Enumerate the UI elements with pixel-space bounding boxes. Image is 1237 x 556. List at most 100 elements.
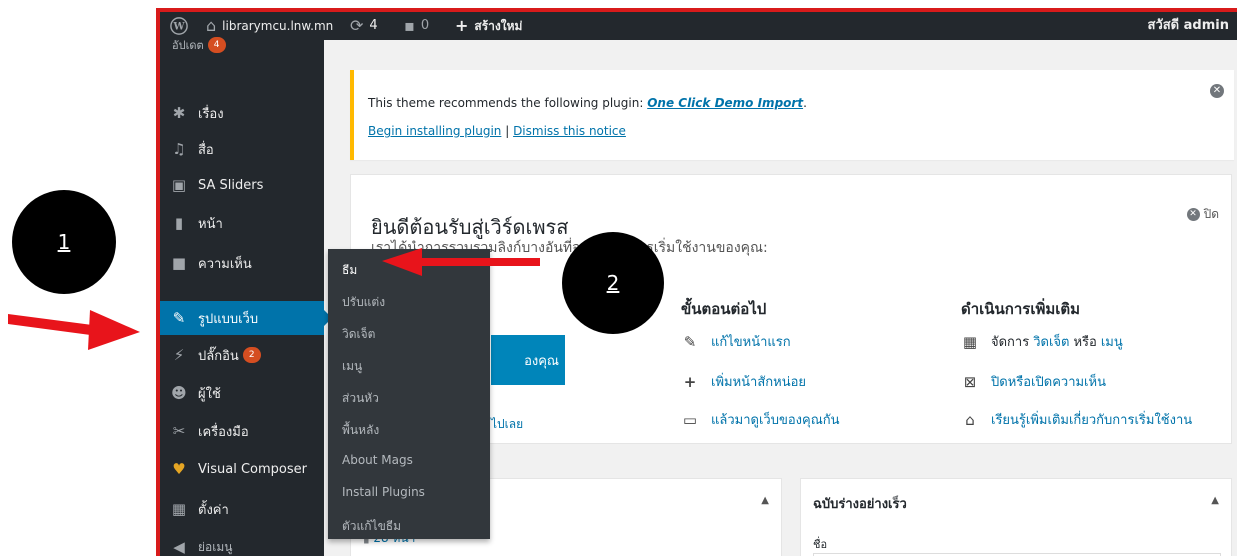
wordpress-window: W ⌂ librarymcu.lnw.mn ⟳ 4 ▪ 0 + สร้างใหม…	[156, 8, 1237, 556]
sidebar-item-tools[interactable]: ✂ เครื่องมือ	[160, 414, 324, 448]
notice-message: This theme recommends the following plug…	[368, 96, 648, 110]
vc-icon: ♥	[172, 460, 186, 478]
submenu-item-menus[interactable]: เมนู	[342, 357, 362, 376]
annotation-label-1: 1	[57, 230, 71, 254]
link-label: แก้ไขหน้าแรก	[711, 335, 791, 350]
notice-text: This theme recommends the following plug…	[368, 96, 807, 110]
sidebar-item-comments[interactable]: ■ ความเห็น	[160, 246, 324, 280]
graduation-cap-icon: ⌂	[965, 410, 975, 429]
plugin-link[interactable]: One Click Demo Import	[647, 96, 803, 110]
learn-more-link[interactable]: ⌂ เรียนรู้เพิ่มเติมเกี่ยวกับการเริ่มใช้งา…	[961, 409, 1192, 430]
new-content-link[interactable]: + สร้างใหม่	[455, 12, 522, 40]
annotation-circle-1: 1	[12, 190, 116, 294]
page-icon: ▮	[174, 214, 184, 232]
submenu-item-about-mags[interactable]: About Mags	[342, 453, 413, 467]
annotation-arrow-1	[8, 310, 140, 350]
greeting: สวัสดี admin	[1147, 18, 1229, 33]
account-menu[interactable]: สวัสดี admin	[1148, 12, 1229, 40]
annotation-arrow-2	[382, 248, 540, 276]
new-label: สร้างใหม่	[474, 19, 523, 33]
sidebar-item-label: ตั้งค่า	[198, 502, 229, 518]
sidebar-item-label: ย่อเมนู	[198, 539, 233, 554]
menus-link[interactable]: เมนู	[1101, 331, 1123, 352]
settings-icon: ▦	[171, 500, 187, 518]
widgets-icon: ▦	[962, 332, 978, 351]
sidebar-item-appearance[interactable]: ✎ รูปแบบเว็บ	[160, 301, 332, 335]
submenu-item-theme-editor[interactable]: ตัวแก้ไขธีม	[342, 517, 401, 536]
sidebar-item-label: SA Sliders	[198, 177, 264, 193]
quick-draft-box: ฉบับร่างอย่างเร็ว ▲ ชื่อ	[800, 478, 1232, 556]
sidebar-item-updates[interactable]: อัปเดต 4	[160, 32, 324, 58]
refresh-icon: ⟳	[350, 16, 364, 35]
updates-link[interactable]: ⟳ 4	[350, 12, 378, 40]
add-pages-link[interactable]: + เพิ่มหน้าสักหน่อย	[681, 371, 806, 392]
sidebar-item-posts[interactable]: ✱ เรื่อง	[160, 96, 324, 130]
comments-link[interactable]: ▪ 0	[404, 12, 429, 40]
submenu-item-install-plugins[interactable]: Install Plugins	[342, 485, 425, 499]
notice-period: .	[803, 96, 807, 110]
pin-icon: ✱	[172, 104, 186, 122]
sidebar-item-media[interactable]: ♫ สื่อ	[160, 132, 324, 166]
manage-widgets-menus-row: ▦ จัดการ วิดเจ็ต หรือ เมนู	[961, 331, 1123, 352]
svg-text:W: W	[172, 22, 185, 33]
brush-icon: ✎	[172, 309, 186, 327]
sidebar-item-sa-sliders[interactable]: ▣ SA Sliders	[160, 168, 324, 202]
sidebar-item-label: อัปเดต	[172, 39, 204, 52]
quick-draft-title: ฉบับร่างอย่างเร็ว	[813, 497, 907, 512]
sidebar-item-label: ผู้ใช้	[198, 386, 221, 402]
sidebar-item-label: หน้า	[198, 216, 223, 232]
toggle-comments-link[interactable]: ⊠ ปิดหรือเปิดความเห็น	[961, 371, 1106, 392]
updates-badge: 4	[207, 37, 226, 53]
user-icon: ☻	[171, 384, 187, 402]
sidebar-item-users[interactable]: ☻ ผู้ใช้	[160, 376, 324, 410]
submenu-item-themes[interactable]: ธีม	[342, 261, 357, 280]
comments-count: 0	[420, 18, 430, 33]
close-icon[interactable]: ✕	[1210, 84, 1224, 98]
sidebar-item-label: ปลั๊กอิน	[198, 348, 239, 364]
sidebar-item-visual-composer[interactable]: ♥ Visual Composer	[160, 452, 324, 486]
widgets-link[interactable]: วิดเจ็ต	[1033, 331, 1069, 352]
sidebar-item-label: Visual Composer	[198, 461, 307, 477]
plus-icon: +	[455, 16, 469, 35]
view-site-link[interactable]: ▭ แล้วมาดูเว็บของคุณกัน	[681, 409, 840, 430]
sidebar-item-label: เครื่องมือ	[198, 424, 249, 440]
comments-toggle-icon: ⊠	[963, 372, 977, 391]
begin-installing-link[interactable]: Begin installing plugin	[368, 124, 501, 138]
link-label: ปิดหรือเปิดความเห็น	[991, 375, 1106, 390]
sidebar-item-plugins[interactable]: ⚡ ปลั๊กอิน 2	[160, 338, 324, 372]
or-text: หรือ	[1073, 335, 1097, 350]
submenu-item-header[interactable]: ส่วนหัว	[342, 389, 379, 408]
media-icon: ♫	[172, 140, 186, 158]
edit-icon: ✎	[683, 332, 697, 351]
sidebar-item-collapse[interactable]: ◀ ย่อเมนู	[160, 530, 324, 556]
admin-sidebar: อัปเดต 4 ✱ เรื่อง ♫ สื่อ ▣ SA Sliders ▮ หน้า…	[160, 37, 332, 556]
sidebar-item-label: ความเห็น	[198, 256, 252, 272]
edit-front-page-link[interactable]: ✎ แก้ไขหน้าแรก	[681, 331, 791, 352]
caret-up-icon[interactable]: ▲	[761, 495, 769, 506]
sidebar-item-settings[interactable]: ▦ ตั้งค่า	[160, 492, 324, 526]
next-steps-heading: ขั้นตอนต่อไป	[681, 300, 767, 318]
submenu-item-customize[interactable]: ปรับแต่ง	[342, 293, 385, 312]
plugin-icon: ⚡	[173, 346, 185, 364]
welcome-close-button[interactable]: ✕ ปิด	[1186, 205, 1219, 224]
sidebar-item-label: รูปแบบเว็บ	[198, 311, 259, 327]
sidebar-item-pages[interactable]: ▮ หน้า	[160, 206, 324, 240]
sidebar-item-label: สื่อ	[198, 142, 214, 158]
customize-site-button[interactable]: องคุณ	[491, 335, 565, 385]
caret-up-icon[interactable]: ▲	[1211, 495, 1219, 506]
plugins-badge: 2	[242, 347, 261, 363]
collapse-icon: ◀	[173, 538, 185, 556]
separator: |	[501, 124, 514, 138]
dismiss-notice-link[interactable]: Dismiss this notice	[513, 124, 626, 138]
submenu-item-widgets[interactable]: วิดเจ็ต	[342, 325, 375, 344]
annotation-circle-2: 2	[562, 232, 664, 334]
annotation-label-2: 2	[606, 271, 620, 295]
submenu-item-background[interactable]: พื้นหลัง	[342, 421, 379, 440]
change-theme-link[interactable]: ไปเลย	[491, 415, 523, 434]
title-field-label: ชื่อ	[813, 538, 828, 551]
close-icon: ✕	[1186, 208, 1200, 221]
close-label: ปิด	[1203, 207, 1219, 221]
wrench-icon: ✂	[172, 422, 186, 440]
plus-icon: +	[683, 372, 697, 391]
comment-icon: ■	[171, 254, 187, 272]
